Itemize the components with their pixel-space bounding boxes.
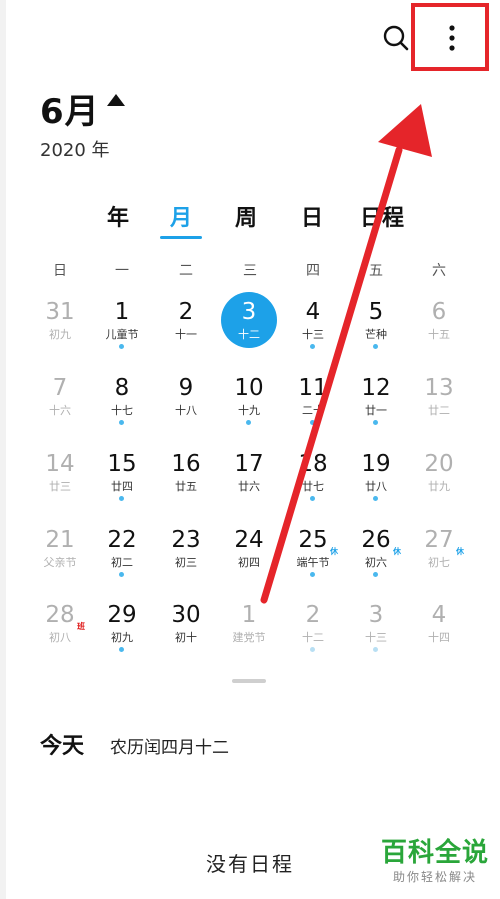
annotation-arrow-icon <box>260 104 432 604</box>
watermark: 百科全说 助你轻松解决 <box>375 838 495 886</box>
watermark-title: 百科全说 <box>380 838 489 868</box>
watermark-subtitle: 助你轻松解决 <box>392 870 477 884</box>
